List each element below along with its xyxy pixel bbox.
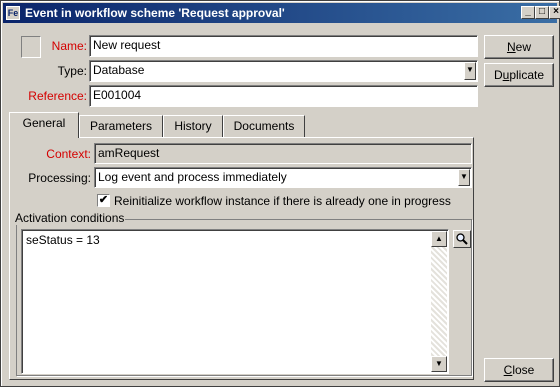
scroll-down-icon[interactable]: ▼ bbox=[431, 356, 447, 372]
close-button[interactable]: Close bbox=[484, 358, 554, 382]
editor-scrollbar[interactable]: ▲ ▼ bbox=[431, 231, 447, 372]
tab-documents[interactable]: Documents bbox=[223, 115, 305, 137]
app-icon: Fe bbox=[6, 6, 20, 20]
scroll-up-icon[interactable]: ▲ bbox=[431, 231, 447, 247]
chevron-down-icon[interactable]: ▼ bbox=[464, 62, 476, 80]
duplicate-button-label-prefix: D bbox=[493, 68, 503, 82]
activation-conditions-title: Activation conditions bbox=[14, 211, 126, 225]
tab-documents-label: Documents bbox=[233, 119, 295, 133]
processing-value: Log event and process immediately bbox=[98, 170, 287, 184]
name-field[interactable]: New request bbox=[89, 35, 478, 57]
reference-field[interactable]: E001004 bbox=[89, 85, 478, 107]
maximize-icon: □ bbox=[538, 6, 546, 17]
minimize-icon: _ bbox=[525, 6, 531, 17]
duplicate-button-label-suffix: plicate bbox=[509, 68, 545, 82]
type-value: Database bbox=[93, 63, 145, 77]
context-field[interactable]: amRequest bbox=[94, 143, 472, 164]
activation-conditions-text: seStatus = 13 bbox=[26, 233, 100, 247]
reference-label: Reference: bbox=[28, 89, 87, 103]
close-button-label-suffix: lose bbox=[512, 363, 535, 377]
tab-history-label: History bbox=[174, 119, 212, 133]
name-label: Name: bbox=[51, 39, 87, 53]
reference-value: E001004 bbox=[93, 88, 142, 102]
processing-chevron-down-icon[interactable]: ▼ bbox=[458, 169, 470, 186]
new-button[interactable]: New bbox=[484, 35, 554, 59]
tab-history[interactable]: History bbox=[163, 115, 223, 137]
tab-general[interactable]: General bbox=[9, 112, 79, 138]
type-select[interactable]: Database ▼ bbox=[89, 60, 478, 82]
title-bar[interactable]: Fe Event in workflow scheme 'Request app… bbox=[3, 3, 560, 23]
checkmark-icon: ✔ bbox=[98, 194, 109, 206]
close-window-button[interactable]: × bbox=[549, 6, 560, 19]
context-value: amRequest bbox=[98, 146, 160, 160]
event-dialog-window: Fe Event in workflow scheme 'Request app… bbox=[0, 0, 560, 387]
reinitialize-label: Reinitialize workflow instance if there … bbox=[114, 194, 451, 208]
magnifier-icon bbox=[456, 233, 468, 245]
window-title: Event in workflow scheme 'Request approv… bbox=[25, 6, 285, 20]
processing-select[interactable]: Log event and process immediately ▼ bbox=[94, 167, 472, 188]
type-label: Type: bbox=[57, 64, 87, 78]
tab-parameters-label: Parameters bbox=[89, 119, 153, 133]
minimize-button[interactable]: _ bbox=[521, 6, 535, 19]
duplicate-button[interactable]: Duplicate bbox=[484, 63, 554, 87]
record-image-placeholder[interactable] bbox=[21, 36, 41, 58]
new-button-label-suffix: ew bbox=[515, 40, 531, 54]
name-value: New request bbox=[93, 38, 161, 52]
context-label: Context: bbox=[46, 147, 91, 161]
new-button-mnemonic: N bbox=[506, 40, 516, 54]
zoom-button[interactable] bbox=[453, 230, 471, 248]
tab-parameters[interactable]: Parameters bbox=[79, 115, 163, 137]
maximize-button[interactable]: □ bbox=[535, 6, 549, 19]
tab-general-label: General bbox=[22, 116, 66, 130]
reinitialize-checkbox[interactable]: ✔ bbox=[97, 194, 110, 207]
activation-conditions-editor[interactable]: seStatus = 13 ▲ ▼ bbox=[21, 229, 449, 374]
close-icon: × bbox=[553, 6, 559, 17]
processing-label: Processing: bbox=[28, 171, 91, 185]
